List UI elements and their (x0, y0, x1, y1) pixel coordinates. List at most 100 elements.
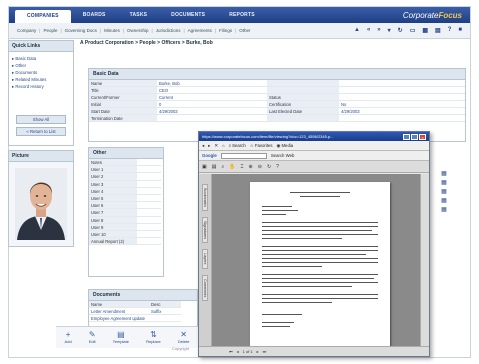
minimize-icon[interactable] (403, 133, 410, 140)
zoom-in-icon[interactable]: ⊕ (249, 164, 253, 170)
tab-companies[interactable]: COMPANIES (15, 10, 71, 23)
table-row[interactable]: Employee Agreement update (89, 315, 197, 322)
edit-row-icon[interactable]: ▦ (437, 206, 451, 213)
field-value[interactable]: Burke, Bob (157, 80, 267, 87)
hand-icon[interactable]: ✋ (229, 164, 235, 170)
subnav-agreements[interactable]: Agreements (188, 28, 212, 33)
tab-documents[interactable]: DOCUMENTS (159, 7, 217, 23)
popup-titlebar[interactable]: https://www.corporatefocus.com/item/file… (199, 132, 429, 141)
media-button[interactable]: ◉ Media (277, 143, 294, 149)
docs-col-name[interactable]: Name (89, 301, 149, 308)
doc-name[interactable]: Letter Amendment (89, 308, 149, 315)
subnav-filings[interactable]: Filings (219, 28, 232, 33)
side-tab-comments[interactable]: Comments (202, 274, 208, 301)
grid-icon[interactable]: ▦ (422, 27, 428, 34)
other-value[interactable] (137, 159, 161, 167)
other-value[interactable] (137, 217, 161, 224)
other-value[interactable] (137, 231, 161, 239)
other-value[interactable] (137, 181, 161, 188)
field-value[interactable]: 4/29/2003 (339, 108, 465, 115)
next-page-icon[interactable]: ▸ (257, 349, 259, 354)
close-icon[interactable]: × (419, 133, 426, 140)
field-value[interactable]: Current (157, 94, 267, 101)
other-value[interactable] (137, 224, 161, 231)
help-icon[interactable]: ? (448, 27, 452, 34)
pdf-viewport[interactable] (212, 174, 420, 350)
quick-link-other[interactable]: ▸ Other (12, 62, 70, 69)
refresh-icon[interactable]: ↻ (398, 27, 403, 34)
edit-row-icon[interactable]: ▦ (437, 179, 451, 186)
docs-col-desc[interactable]: Desc (149, 301, 181, 308)
add-button[interactable]: + Add (65, 331, 72, 345)
forward-icon[interactable]: ▸ (208, 143, 210, 149)
subnav-ownership[interactable]: Ownership (127, 28, 149, 33)
stop-icon[interactable]: ✕ (214, 143, 218, 149)
quick-link-basic-data[interactable]: ▸ Basic Data (12, 55, 70, 62)
search-web-button[interactable]: Search Web (271, 153, 295, 158)
tab-tasks[interactable]: TASKS (118, 7, 160, 23)
select-icon[interactable]: ⌶ (241, 164, 244, 170)
google-search-input[interactable] (220, 152, 267, 159)
show-all-button[interactable]: Show All (16, 115, 66, 124)
subnav-governing-docs[interactable]: Governing Docs (65, 28, 97, 33)
home-icon[interactable]: ▲ (354, 27, 360, 34)
back-icon[interactable]: ◂ (202, 143, 204, 149)
field-value[interactable] (339, 94, 465, 101)
favorites-button[interactable]: ☆ Favorites (250, 143, 273, 149)
print-icon[interactable]: ▤ (212, 164, 217, 170)
edit-row-icon[interactable]: ▦ (437, 170, 451, 177)
pdf-scrollbar[interactable] (420, 174, 429, 346)
home-icon[interactable]: ⌂ (222, 143, 225, 148)
first-page-icon[interactable]: ⏮ (229, 349, 233, 354)
other-value[interactable] (137, 173, 161, 181)
other-value[interactable] (137, 188, 161, 195)
edit-button[interactable]: ✎ Edit (89, 331, 96, 345)
rotate-icon[interactable]: ↻ (267, 164, 271, 170)
other-value[interactable] (137, 195, 161, 203)
template-button[interactable]: ▤ Template (113, 331, 129, 345)
print-icon[interactable]: ▤ (435, 27, 441, 34)
edit-row-icon[interactable]: ▦ (437, 197, 451, 204)
field-value[interactable]: 4/29/2003 (157, 108, 267, 115)
subnav-people[interactable]: People (43, 28, 57, 33)
maximize-icon[interactable] (411, 133, 418, 140)
tab-boards[interactable]: BOARDS (71, 7, 118, 23)
replace-button[interactable]: ⇅ Replace (146, 331, 161, 345)
field-value[interactable] (157, 115, 267, 122)
field-value[interactable] (339, 87, 465, 94)
quick-link-related-minutes[interactable]: ▸ Related Minutes (12, 76, 70, 83)
bookmark-icon[interactable]: ■ (458, 27, 462, 34)
quick-link-record-history[interactable]: ▸ Record History (12, 83, 70, 90)
field-value[interactable]: No (339, 101, 465, 108)
last-page-icon[interactable]: ⏭ (263, 349, 267, 354)
search-icon[interactable]: ⌕ (221, 164, 224, 170)
subnav-company[interactable]: Company (17, 28, 36, 33)
save-icon[interactable]: ▣ (202, 164, 207, 170)
edit-row-icon[interactable]: ▦ (437, 188, 451, 195)
return-to-list-button[interactable]: « Return to List (16, 127, 66, 136)
tab-reports[interactable]: REPORTS (217, 7, 267, 23)
other-value[interactable] (137, 202, 161, 210)
next-icon[interactable]: » (377, 27, 380, 34)
side-tab-bookmarks[interactable]: Bookmarks (202, 184, 208, 211)
field-value[interactable]: CEO (157, 87, 267, 94)
folder-icon[interactable]: ▭ (410, 27, 416, 34)
down-icon[interactable]: ▾ (388, 27, 391, 34)
table-row[interactable]: Letter Amendment Suffix (89, 308, 197, 315)
subnav-minutes[interactable]: Minutes (104, 28, 120, 33)
other-value[interactable] (137, 238, 161, 246)
field-value[interactable]: 0 (157, 101, 267, 108)
help-icon[interactable]: ? (276, 164, 279, 170)
quick-link-documents[interactable]: ▸ Documents (12, 69, 70, 76)
search-button[interactable]: ⌕ Search (229, 143, 246, 148)
other-value[interactable] (137, 209, 161, 217)
side-tab-signatures[interactable]: Signatures (202, 217, 208, 244)
subnav-other[interactable]: Other (239, 28, 250, 33)
field-value[interactable] (339, 115, 465, 122)
field-value[interactable] (339, 80, 465, 87)
subnav-jurisdictions[interactable]: Jurisdictions (156, 28, 181, 33)
side-tab-layers[interactable]: Layers (202, 249, 208, 269)
zoom-out-icon[interactable]: ⊖ (258, 164, 262, 170)
doc-name[interactable]: Employee Agreement update (89, 315, 149, 322)
delete-button[interactable]: ✕ Delete (178, 331, 190, 345)
